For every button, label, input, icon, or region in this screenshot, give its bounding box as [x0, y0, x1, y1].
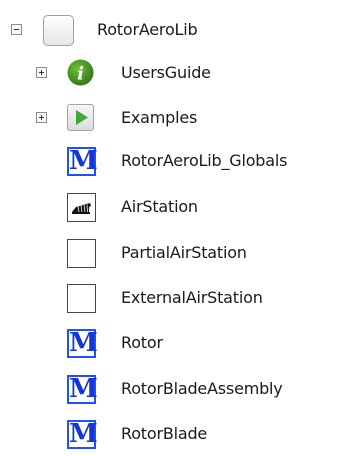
expand-toggle-examples[interactable]	[36, 112, 47, 123]
model-m-icon: M	[67, 146, 98, 176]
tree-item-rotorbladeassembly[interactable]: M RotorBladeAssembly	[0, 373, 338, 405]
tree-item-rotoraerolib[interactable]: RotorAeroLib	[0, 14, 338, 46]
model-m-icon: M	[67, 419, 98, 449]
tree-item-label: Examples	[121, 108, 198, 127]
tree-item-airstation[interactable]: AirStation	[0, 191, 338, 223]
tree-item-label: RotorAeroLib_Globals	[121, 151, 288, 170]
tree-item-rotor[interactable]: M Rotor	[0, 327, 338, 359]
package-icon	[43, 15, 74, 46]
blank-class-icon	[67, 239, 96, 268]
model-m-icon: M	[67, 328, 98, 358]
info-icon: i	[67, 59, 94, 86]
tree-item-label: RotorBlade	[121, 424, 208, 443]
tree-item-rotoraerolib-globals[interactable]: M RotorAeroLib_Globals	[0, 145, 338, 177]
tree-item-label: RotorAeroLib	[97, 20, 198, 39]
tree-item-label: Rotor	[121, 333, 163, 352]
svg-text:i: i	[77, 64, 84, 85]
tree-item-label: UsersGuide	[121, 63, 211, 82]
tree-item-label: AirStation	[121, 197, 198, 216]
collapse-toggle-rotoraerolib[interactable]	[11, 24, 22, 35]
model-m-icon: M	[67, 374, 98, 404]
airstation-icon	[67, 193, 96, 222]
tree-item-rotorblade[interactable]: M RotorBlade	[0, 418, 338, 450]
tree-item-examples[interactable]: Examples	[0, 102, 338, 134]
tree-item-usersguide[interactable]: i UsersGuide	[0, 57, 338, 89]
blank-class-icon	[67, 284, 96, 313]
tree-item-label: ExternalAirStation	[121, 288, 263, 307]
package-tree: RotorAeroLib i UsersGuide Examples M Rot…	[0, 0, 338, 456]
tree-item-externalairstation[interactable]: ExternalAirStation	[0, 282, 338, 314]
expand-toggle-usersguide[interactable]	[36, 67, 47, 78]
tree-item-label: RotorBladeAssembly	[121, 379, 283, 398]
play-icon	[67, 104, 94, 131]
tree-item-label: PartialAirStation	[121, 243, 247, 262]
tree-item-partialairstation[interactable]: PartialAirStation	[0, 237, 338, 269]
